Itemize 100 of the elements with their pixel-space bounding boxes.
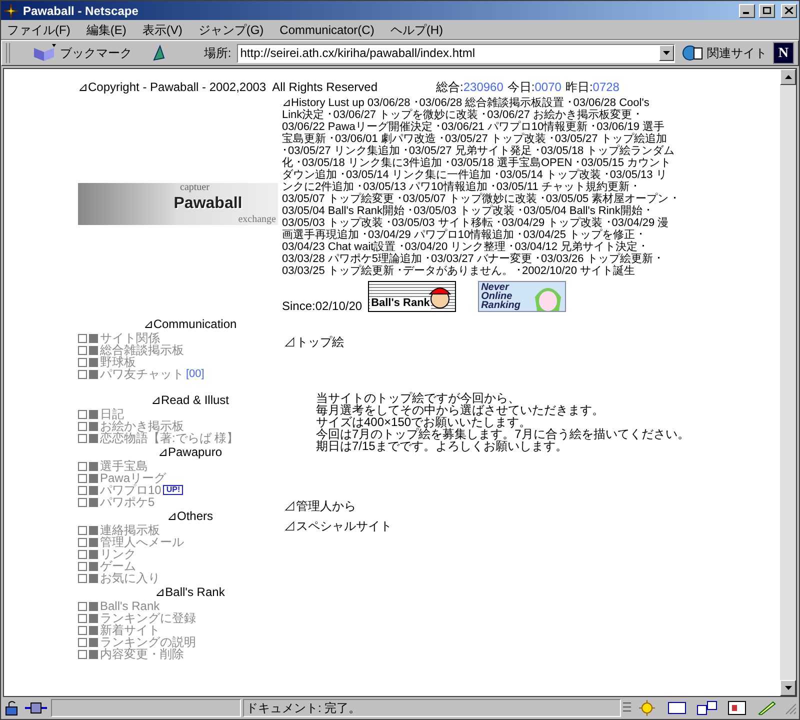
nav-link[interactable]: 連絡掲示板	[100, 524, 160, 536]
close-button[interactable]	[781, 4, 797, 18]
nav-link[interactable]: パワ友チャット	[100, 368, 184, 380]
mail-icon	[668, 702, 686, 714]
related-sites-button[interactable]: 関連サイト	[680, 44, 767, 62]
bookmarks-button[interactable]: ブックマーク	[32, 44, 132, 62]
nav-section-title: ⊿Ball's Rank	[155, 586, 225, 598]
maximize-button[interactable]	[759, 4, 775, 18]
up-arrow-icon	[784, 75, 792, 79]
square-icon	[89, 474, 98, 482]
copyright-text: ⊿Copyright - Pawaball - 2002,2003 All Rights Reserved	[78, 81, 378, 93]
nav-link[interactable]: パワプロ10	[100, 484, 162, 496]
nav-link[interactable]: 野球板	[100, 356, 136, 368]
app-icon	[3, 2, 19, 18]
hollow-square-icon	[78, 562, 87, 570]
counter-label: 今日:	[507, 80, 535, 94]
hollow-square-icon	[78, 574, 87, 582]
hollow-square-icon	[78, 434, 87, 442]
resize-grip-icon	[783, 701, 797, 715]
caret-icon	[662, 51, 670, 55]
hollow-square-icon	[78, 626, 87, 634]
hollow-square-icon	[78, 410, 87, 418]
since-date: Since:02/10/20	[282, 300, 362, 312]
square-icon	[89, 358, 98, 366]
chat-bubbles-icon	[697, 701, 717, 715]
nav-link[interactable]: 管理人へメール	[100, 536, 184, 548]
scroll-down-button[interactable]	[780, 680, 796, 696]
nav-link[interactable]: 恋恋物語【著:でらば 様】	[100, 432, 239, 444]
nav-section-title: ⊿Read & Illust	[150, 394, 230, 406]
square-icon	[89, 562, 98, 570]
hollow-square-icon	[78, 550, 87, 558]
hollow-square-icon	[78, 486, 87, 494]
square-icon	[89, 370, 98, 378]
nav-section-title: ⊿Communication	[143, 318, 237, 330]
hollow-square-icon	[78, 526, 87, 534]
hollow-square-icon	[78, 358, 87, 366]
menu-item[interactable]: 編集(E)	[86, 20, 126, 38]
hollow-square-icon	[78, 614, 87, 622]
minimize-button[interactable]	[739, 4, 755, 18]
status-text: ドキュメント: 完了。	[243, 699, 621, 717]
scrollbar[interactable]	[780, 69, 796, 696]
nav-link[interactable]: 内容変更・削除	[100, 648, 184, 660]
square-icon	[89, 486, 98, 494]
square-icon	[89, 550, 98, 558]
close-icon	[785, 7, 793, 14]
maximize-icon	[763, 7, 771, 14]
menu-item[interactable]: ファイル(F)	[7, 20, 70, 38]
square-icon	[89, 410, 98, 418]
nav-link[interactable]: 日記	[100, 408, 124, 420]
nav-link[interactable]: 総合雑談掲示板	[100, 344, 184, 356]
square-icon	[89, 434, 98, 442]
section-heading: ⊿トップ絵	[284, 336, 345, 348]
nav-link[interactable]: Pawaリーグ	[100, 472, 166, 484]
plug-icon	[23, 700, 49, 716]
menu-item[interactable]: ヘルプ(H)	[390, 20, 444, 38]
scroll-up-button[interactable]	[780, 69, 796, 85]
hollow-square-icon	[78, 334, 87, 342]
nav-link[interactable]: 選手宝島	[100, 460, 148, 472]
nav-link[interactable]: サイト関係	[100, 332, 160, 344]
address-book-icon	[728, 701, 746, 715]
pen-icon	[758, 701, 776, 715]
menu-item[interactable]: ジャンプ(G)	[198, 20, 264, 38]
square-icon	[89, 422, 98, 430]
nav-link[interactable]: Ball's Rank	[100, 600, 160, 612]
nav-link[interactable]: お絵かき掲示板	[100, 420, 184, 432]
menu-item[interactable]: Communicator(C)	[280, 20, 374, 38]
section-heading: ⊿スペシャルサイト	[284, 520, 393, 532]
ranking-banner[interactable]: Never Online Ranking	[478, 281, 566, 312]
square-icon	[89, 574, 98, 582]
window-title: Pawaball - Netscape	[23, 2, 140, 20]
square-icon	[89, 346, 98, 354]
hollow-square-icon	[78, 422, 87, 430]
hollow-square-icon	[78, 370, 87, 378]
logo-title: Pawaball	[174, 194, 242, 212]
hollow-square-icon	[78, 638, 87, 646]
menu-item[interactable]: 表示(V)	[142, 20, 182, 38]
nav-link[interactable]: ランキングの説明	[100, 636, 196, 648]
url-text: http://seirei.ath.cx/kiriha/pawaball/index.html	[239, 45, 476, 62]
nav-link[interactable]: リンク	[100, 548, 136, 560]
banner-text: Ball's Rank	[370, 297, 431, 310]
bookmark-icon	[32, 44, 58, 62]
nav-section-title: ⊿Others	[166, 510, 213, 522]
nav-link[interactable]: ランキングに登録	[100, 612, 196, 624]
hollow-square-icon	[78, 474, 87, 482]
url-field[interactable]: http://seirei.ath.cx/kiriha/pawaball/index.html	[237, 44, 675, 62]
location-label: 場所:	[204, 45, 232, 62]
hollow-square-icon	[78, 650, 87, 658]
nav-link[interactable]: お気に入り	[100, 572, 160, 584]
square-icon	[89, 626, 98, 634]
dropdown-button[interactable]	[658, 45, 674, 61]
nav-link[interactable]: ゲーム	[100, 560, 136, 572]
nav-link[interactable]: 新着サイト	[100, 624, 160, 636]
logo-caption: exchange	[238, 214, 276, 224]
hollow-square-icon	[78, 462, 87, 470]
history-text: ⊿History Lust up 03/06/28 ･03/06/28 総合雑談掲示板設置 ･03/06/28 Cool's Link決定 ･03/06/27 トップを微妙に改装 ･03/06/27 お絵かき掲示板変更 ･ 03/06/22 Pawaリーグ開催決定 ･03/06/21 パワプロ10情報更新 ･03/06/19 選手 宝島更新 ･03/06/01 劇パワ改造 ･03/05/27 トップ改装 ･03/05/27 トップ絵追加 ･03/05/27 リンク集追加 ･03/05/27 兄弟サイト発足 ･03/05/18 トップ絵ランダム 化 ･03/05/18 リンク集に3件追加 ･03/05/18 選手宝島OPEN ･03/05/15 カウント ダウン追加 ･03/05/14 リンク集に一件追加 ･03/05/14 トップ改装 ･03/05/13 リ ンクに2件追加 ･03/05/13 パワ10情報追加 ･03/05/11 チャット規約更新 ･ 03/05/07 トップ絵変更 ･03/05/07 トップ微妙に改装 ･03/05/05 素材屋オープン ･ 03/05/04 Ball's Rank開始 ･03/05/03 トップ改装 ･03/05/04 Ball's Rink開始 ･ 03/05/03 トップ改装 ･03/05/03 サイト移転 ･03/04/29 トップ改装 ･03/04/29 漫 画選手再現追加 ･03/04/29 パワプロ10情報追加 ･03/04/25 トップを修正 ･ 03/04/23 Chat wait設置 ･03/04/20 リンク整理 ･03/04/12 兄弟サイト決定 ･ 03/03/28 パワポケ5理論追加 ･03/03/27 バナー変更 ･03/03/26 トップ絵更新 ･ 03/03/25 トップ絵更新 ･データがありません。 ･2002/10/20 サイト誕生	[282, 97, 679, 277]
logo-caption: captuer	[180, 182, 210, 192]
ranking-banner[interactable]: Ball's Rank	[368, 281, 456, 312]
nav-link[interactable]: パワポケ5	[100, 496, 155, 508]
globe-page-icon	[680, 44, 705, 62]
counter-value: 0070	[534, 80, 562, 94]
